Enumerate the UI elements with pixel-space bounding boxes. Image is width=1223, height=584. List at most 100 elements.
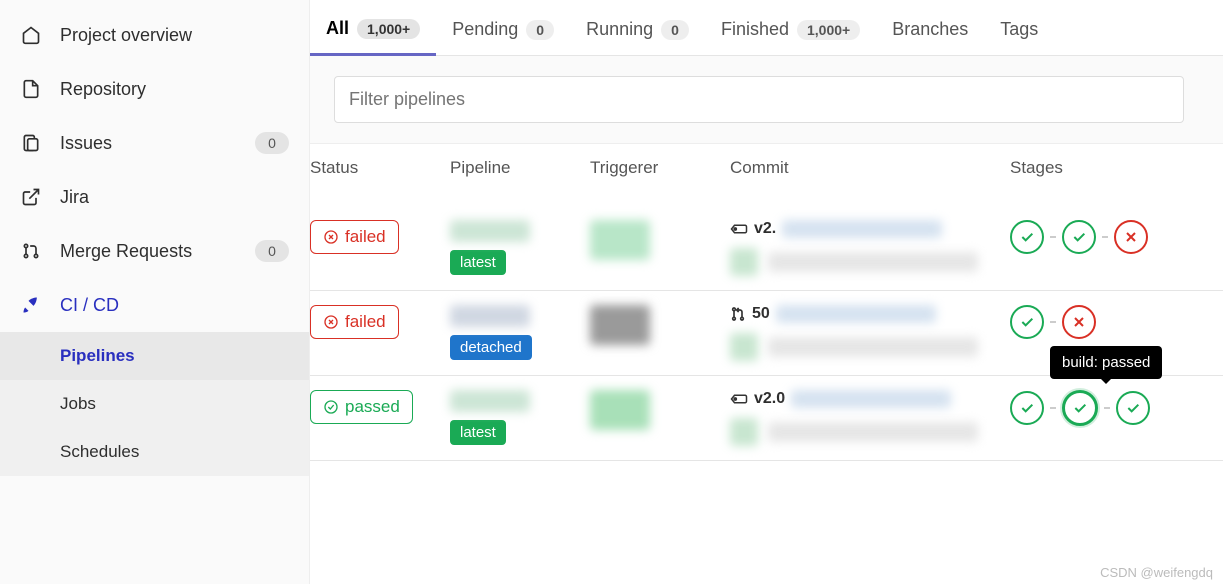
tab-label: Running bbox=[586, 19, 653, 40]
tag-icon bbox=[730, 392, 748, 406]
status-text: passed bbox=[345, 397, 400, 417]
stages-group bbox=[1010, 305, 1200, 339]
pipeline-tag: latest bbox=[450, 250, 506, 275]
commit-ref-redacted bbox=[776, 305, 936, 323]
sidebar-sub-pipelines[interactable]: Pipelines bbox=[0, 332, 309, 380]
merge-icon bbox=[20, 240, 42, 262]
sidebar-sub-schedules[interactable]: Schedules bbox=[0, 428, 309, 476]
triggerer-avatar-redacted[interactable] bbox=[590, 390, 650, 430]
pipeline-id-redacted[interactable] bbox=[450, 390, 530, 412]
status-badge-passed[interactable]: passed bbox=[310, 390, 413, 424]
commit-avatar-redacted bbox=[730, 333, 758, 361]
stage-tooltip: build: passed bbox=[1050, 346, 1162, 379]
filter-bar bbox=[310, 56, 1223, 144]
sidebar-item-label: CI / CD bbox=[60, 295, 119, 316]
stage-connector bbox=[1050, 321, 1056, 323]
commit-ref-redacted bbox=[791, 390, 951, 408]
sidebar-item-label: Jira bbox=[60, 187, 89, 208]
stage-passed-icon[interactable] bbox=[1010, 305, 1044, 339]
tab-count: 1,000+ bbox=[357, 19, 420, 39]
file-icon bbox=[20, 78, 42, 100]
tab-label: Tags bbox=[1000, 19, 1038, 40]
commit-msg-redacted bbox=[768, 252, 978, 272]
tab-all[interactable]: All 1,000+ bbox=[310, 8, 436, 56]
tab-running[interactable]: Running 0 bbox=[570, 9, 705, 54]
status-badge-failed[interactable]: failed bbox=[310, 220, 399, 254]
pipeline-tag: detached bbox=[450, 335, 532, 360]
sidebar-item-merge-requests[interactable]: Merge Requests 0 bbox=[0, 224, 309, 278]
sidebar-item-label: Merge Requests bbox=[60, 241, 192, 262]
tab-label: Branches bbox=[892, 19, 968, 40]
pipeline-id-redacted[interactable] bbox=[450, 305, 530, 327]
sidebar-item-overview[interactable]: Project overview bbox=[0, 8, 309, 62]
sidebar-item-cicd[interactable]: CI / CD bbox=[0, 278, 309, 332]
status-badge-failed[interactable]: failed bbox=[310, 305, 399, 339]
commit-ref[interactable]: v2.0 bbox=[754, 390, 785, 408]
tab-label: Finished bbox=[721, 19, 789, 40]
stage-passed-icon[interactable] bbox=[1116, 391, 1150, 425]
stage-connector bbox=[1050, 236, 1056, 238]
commit-ref[interactable]: 50 bbox=[752, 305, 770, 323]
stage-connector bbox=[1102, 236, 1108, 238]
commit-avatar-redacted bbox=[730, 418, 758, 446]
stage-failed-icon[interactable] bbox=[1062, 305, 1096, 339]
pipeline-id-redacted[interactable] bbox=[450, 220, 530, 242]
tab-tags[interactable]: Tags bbox=[984, 9, 1054, 54]
commit-ref-redacted bbox=[782, 220, 942, 238]
triggerer-avatar-redacted[interactable] bbox=[590, 220, 650, 260]
commit-avatar-redacted bbox=[730, 248, 758, 276]
col-status: Status bbox=[310, 158, 450, 178]
sidebar-sub-jobs[interactable]: Jobs bbox=[0, 380, 309, 428]
stage-passed-icon[interactable] bbox=[1062, 390, 1098, 426]
stage-connector bbox=[1104, 407, 1110, 409]
issues-icon bbox=[20, 132, 42, 154]
sidebar-submenu: Pipelines Jobs Schedules bbox=[0, 332, 309, 476]
sidebar-item-label: Project overview bbox=[60, 25, 192, 46]
stages-group bbox=[1010, 220, 1200, 254]
pipeline-tag: latest bbox=[450, 420, 506, 445]
tab-count: 1,000+ bbox=[797, 20, 860, 40]
commit-msg-redacted bbox=[768, 337, 978, 357]
rocket-icon bbox=[20, 294, 42, 316]
watermark: CSDN @weifengdq bbox=[1100, 565, 1213, 580]
pipeline-tabs: All 1,000+ Pending 0 Running 0 Finished 1,00… bbox=[310, 0, 1223, 56]
sidebar-item-jira[interactable]: Jira bbox=[0, 170, 309, 224]
main-content: All 1,000+ Pending 0 Running 0 Finished 1,00… bbox=[310, 0, 1223, 584]
table-header: Status Pipeline Triggerer Commit Stages bbox=[310, 144, 1223, 206]
sidebar-item-repository[interactable]: Repository bbox=[0, 62, 309, 116]
tab-branches[interactable]: Branches bbox=[876, 9, 984, 54]
table-row: failed latest v2. bbox=[310, 206, 1223, 291]
col-stages: Stages bbox=[1010, 158, 1200, 178]
tab-count: 0 bbox=[526, 20, 554, 40]
mr-badge: 0 bbox=[255, 240, 289, 262]
stage-passed-icon[interactable] bbox=[1010, 391, 1044, 425]
tab-label: Pending bbox=[452, 19, 518, 40]
tag-icon bbox=[730, 222, 748, 236]
status-text: failed bbox=[345, 227, 386, 247]
external-link-icon bbox=[20, 186, 42, 208]
col-commit: Commit bbox=[730, 158, 1010, 178]
stage-failed-icon[interactable] bbox=[1114, 220, 1148, 254]
issues-badge: 0 bbox=[255, 132, 289, 154]
stage-passed-icon[interactable] bbox=[1010, 220, 1044, 254]
sidebar-item-label: Repository bbox=[60, 79, 146, 100]
tab-count: 0 bbox=[661, 20, 689, 40]
triggerer-avatar-redacted[interactable] bbox=[590, 305, 650, 345]
sidebar-item-issues[interactable]: Issues 0 bbox=[0, 116, 309, 170]
commit-ref[interactable]: v2. bbox=[754, 220, 776, 238]
merge-request-icon bbox=[730, 306, 746, 322]
commit-msg-redacted bbox=[768, 422, 978, 442]
stages-group: build: passed bbox=[1010, 390, 1200, 426]
sidebar-item-label: Issues bbox=[60, 133, 112, 154]
col-pipeline: Pipeline bbox=[450, 158, 590, 178]
filter-input[interactable] bbox=[334, 76, 1184, 123]
sidebar: Project overview Repository Issues 0 Jir… bbox=[0, 0, 310, 584]
table-row: passed latest v2.0 build: passed bbox=[310, 376, 1223, 461]
tab-label: All bbox=[326, 18, 349, 39]
stage-passed-icon[interactable] bbox=[1062, 220, 1096, 254]
status-text: failed bbox=[345, 312, 386, 332]
stage-connector bbox=[1050, 407, 1056, 409]
tab-pending[interactable]: Pending 0 bbox=[436, 9, 570, 54]
tab-finished[interactable]: Finished 1,000+ bbox=[705, 9, 876, 54]
home-icon bbox=[20, 24, 42, 46]
